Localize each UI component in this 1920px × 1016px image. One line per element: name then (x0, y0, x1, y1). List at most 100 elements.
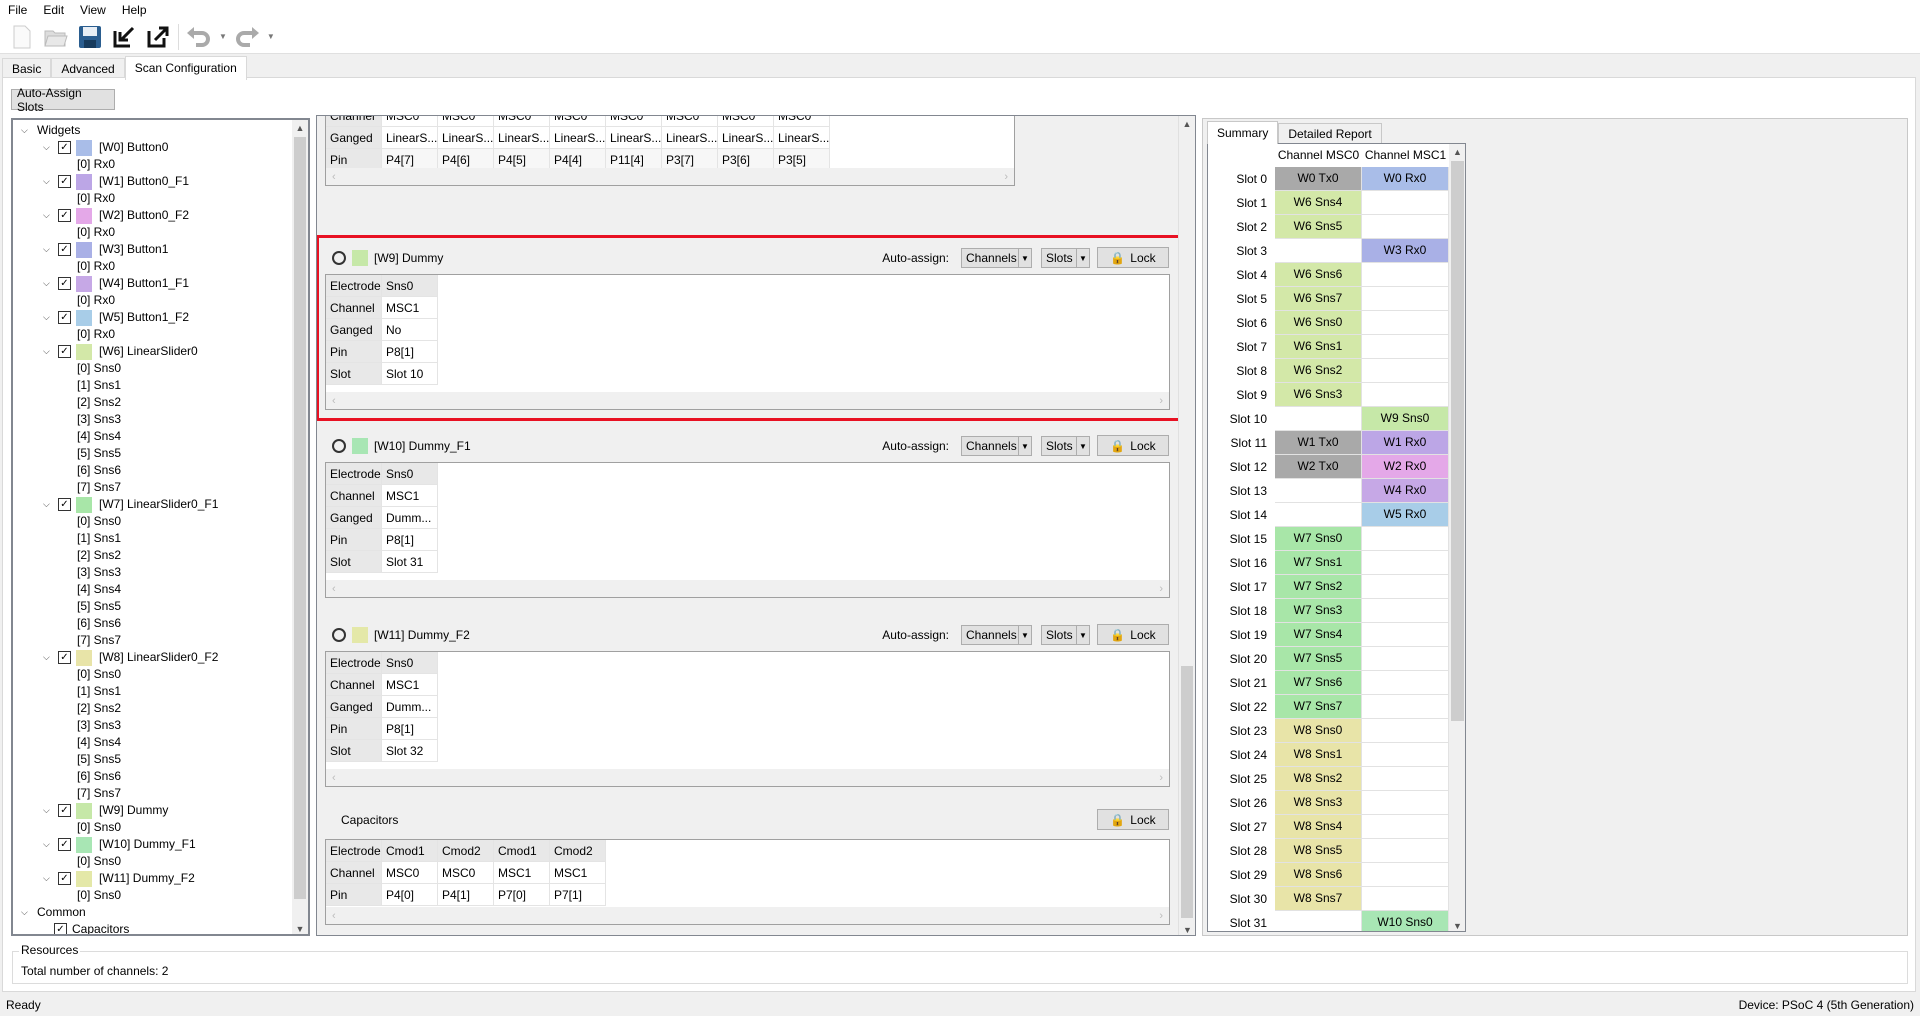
slot-cell-msc0[interactable]: W7 Sns3 (1275, 599, 1362, 623)
tree-item[interactable]: ⌵ ✓ [W4] Button1_F1 (43, 275, 189, 292)
tree-item[interactable]: [4] Sns4 (77, 734, 121, 751)
scroll-right-icon[interactable]: › (1159, 910, 1163, 922)
channels-dropdown[interactable]: Channels ▼ (961, 436, 1032, 456)
chevron-down-icon[interactable]: ⌵ (21, 904, 31, 921)
tab-summary[interactable]: Summary (1207, 121, 1279, 144)
slot-cell-msc0[interactable]: W8 Sns2 (1275, 767, 1362, 791)
slot-cell-msc0[interactable]: W6 Sns0 (1275, 311, 1362, 335)
slot-cell-msc0[interactable]: W6 Sns1 (1275, 335, 1362, 359)
tree-item[interactable]: [7] Sns7 (77, 785, 121, 802)
open-folder-icon[interactable] (42, 23, 70, 51)
slot-cell-msc0[interactable]: W8 Sns1 (1275, 743, 1362, 767)
tree-item[interactable]: [3] Sns3 (77, 564, 121, 581)
tree-item[interactable]: ⌵ ✓ [W6] LinearSlider0 (43, 343, 198, 360)
tree-item[interactable]: [7] Sns7 (77, 479, 121, 496)
tree-item[interactable]: [0] Sns0 (77, 853, 121, 870)
tree-item[interactable]: [0] Rx0 (77, 224, 115, 241)
tree-item[interactable]: [0] Sns0 (77, 819, 121, 836)
table-cell[interactable]: Dumm... (382, 696, 438, 718)
table-cell[interactable]: LinearS... (662, 127, 718, 149)
table-cell[interactable]: LinearS... (550, 127, 606, 149)
tree-item[interactable]: ⌵ ✓ [W10] Dummy_F1 (43, 836, 196, 853)
config-scrollbar[interactable]: ▲ ▼ (1178, 116, 1195, 935)
tree-item[interactable]: [0] Rx0 (77, 258, 115, 275)
chevron-down-icon[interactable]: ⌵ (43, 207, 53, 224)
scroll-left-icon[interactable]: ‹ (332, 171, 336, 183)
scroll-thumb[interactable] (1181, 666, 1193, 918)
slot-cell-msc1[interactable] (1362, 359, 1449, 383)
slot-cell-msc1[interactable]: W10 Sns0 (1362, 911, 1449, 931)
tree-item[interactable]: [1] Sns1 (77, 530, 121, 547)
chevron-down-icon[interactable]: ⌵ (43, 836, 53, 853)
slot-cell-msc0[interactable]: W6 Sns5 (1275, 215, 1362, 239)
chevron-down-icon[interactable]: ⌵ (43, 496, 53, 513)
slot-cell-msc0[interactable]: W7 Sns5 (1275, 647, 1362, 671)
tree-item[interactable]: ⌵ ✓ [W2] Button0_F2 (43, 207, 189, 224)
tree-item[interactable]: [6] Sns6 (77, 462, 121, 479)
scroll-down-icon[interactable]: ▼ (292, 924, 308, 934)
tree-item[interactable]: ⌵ Common (21, 904, 86, 921)
tree-item[interactable]: [0] Sns0 (77, 513, 121, 530)
table-cell[interactable]: Cmod1 (382, 840, 438, 862)
table-cell[interactable]: Slot 31 (382, 551, 438, 573)
slot-cell-msc1[interactable] (1362, 695, 1449, 719)
tree-item[interactable]: ✓ Capacitors (54, 921, 129, 934)
slots-dropdown[interactable]: Slots ▼ (1041, 436, 1090, 456)
tree-item[interactable]: [1] Sns1 (77, 377, 121, 394)
checkbox[interactable]: ✓ (58, 311, 71, 324)
tree-item[interactable]: [0] Rx0 (77, 292, 115, 309)
slot-cell-msc1[interactable] (1362, 575, 1449, 599)
tree-item[interactable]: [2] Sns2 (77, 547, 121, 564)
slot-cell-msc0[interactable]: W8 Sns7 (1275, 887, 1362, 911)
slot-cell-msc0[interactable]: W2 Tx0 (1275, 455, 1362, 479)
save-icon[interactable] (76, 23, 104, 51)
slot-cell-msc1[interactable] (1362, 839, 1449, 863)
checkbox[interactable]: ✓ (58, 243, 71, 256)
slot-cell-msc1[interactable] (1362, 263, 1449, 287)
chevron-down-icon[interactable]: ⌵ (43, 870, 53, 887)
redo-dropdown-icon[interactable]: ▼ (267, 32, 275, 41)
table-cell[interactable]: Cmod2 (438, 840, 494, 862)
slot-cell-msc1[interactable] (1362, 335, 1449, 359)
slot-cell-msc1[interactable]: W1 Rx0 (1362, 431, 1449, 455)
slot-cell-msc0[interactable]: W7 Sns1 (1275, 551, 1362, 575)
slot-cell-msc1[interactable] (1362, 647, 1449, 671)
slot-cell-msc1[interactable] (1362, 671, 1449, 695)
tree-item[interactable]: ⌵ ✓ [W11] Dummy_F2 (43, 870, 195, 887)
table-cell[interactable]: P4[1] (438, 884, 494, 906)
menu-edit[interactable]: Edit (35, 3, 72, 17)
slot-cell-msc1[interactable] (1362, 791, 1449, 815)
chevron-down-icon[interactable]: ⌵ (43, 649, 53, 666)
tree-item[interactable]: [2] Sns2 (77, 394, 121, 411)
table-cell[interactable]: LinearS... (774, 127, 830, 149)
table-cell[interactable]: LinearS... (606, 127, 662, 149)
tree-item[interactable]: ⌵ ✓ [W7] LinearSlider0_F1 (43, 496, 218, 513)
table-cell[interactable]: MSC0 (550, 116, 606, 127)
slot-cell-msc0[interactable]: W7 Sns4 (1275, 623, 1362, 647)
undo-icon[interactable] (185, 23, 213, 51)
checkbox[interactable]: ✓ (58, 345, 71, 358)
tree-item[interactable]: [0] Rx0 (77, 190, 115, 207)
slot-cell-msc0[interactable] (1275, 911, 1362, 931)
table-cell[interactable]: MSC0 (718, 116, 774, 127)
tree-item[interactable]: ⌵ ✓ [W9] Dummy (43, 802, 168, 819)
table-cell[interactable]: MSC0 (494, 116, 550, 127)
slot-cell-msc0[interactable]: W8 Sns6 (1275, 863, 1362, 887)
tab-scan-configuration[interactable]: Scan Configuration (124, 56, 247, 80)
slot-cell-msc1[interactable] (1362, 743, 1449, 767)
tree-item[interactable]: [7] Sns7 (77, 632, 121, 649)
tree-item[interactable]: [0] Rx0 (77, 156, 115, 173)
slot-cell-msc0[interactable]: W0 Tx0 (1275, 167, 1362, 191)
horizontal-scrollbar[interactable]: ‹ › (326, 907, 1169, 924)
tree-scrollbar[interactable]: ▲ ▼ (292, 120, 308, 934)
table-cell[interactable]: Cmod2 (550, 840, 606, 862)
tree-item[interactable]: [0] Rx0 (77, 326, 115, 343)
checkbox[interactable]: ✓ (58, 804, 71, 817)
lock-button[interactable]: 🔒 Lock (1097, 624, 1169, 645)
table-cell[interactable]: Sns0 (382, 463, 438, 485)
tree-item[interactable]: [1] Sns1 (77, 683, 121, 700)
chevron-down-icon[interactable]: ⌵ (43, 241, 53, 258)
slot-cell-msc0[interactable] (1275, 239, 1362, 263)
channels-dropdown[interactable]: Channels ▼ (961, 625, 1032, 645)
widget-radio-button[interactable] (332, 439, 346, 453)
